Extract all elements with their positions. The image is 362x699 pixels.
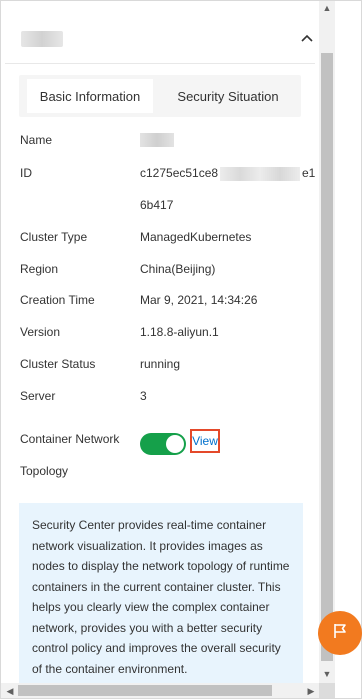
- cluster-status-label: Cluster Status: [20, 357, 96, 371]
- info-notice: Security Center provides real-time conta…: [19, 503, 303, 683]
- cluster-status-value: running: [140, 357, 181, 371]
- side-panel-window: Basic Information Security Situation Nam…: [0, 0, 362, 699]
- container-network-label-line2: Topology: [20, 464, 69, 478]
- container-network-toggle[interactable]: [140, 433, 186, 455]
- region-value: China(Beijing): [140, 262, 216, 276]
- vertical-scrollbar-thumb[interactable]: [321, 53, 333, 661]
- scroll-up-icon[interactable]: ▲: [319, 1, 335, 15]
- id-value-line2: 6b417: [140, 198, 174, 212]
- cluster-type-label: Cluster Type: [20, 230, 88, 244]
- tab-bar: Basic Information Security Situation: [19, 75, 301, 117]
- horizontal-scrollbar-thumb[interactable]: [18, 685, 272, 696]
- feedback-flag-button[interactable]: [318, 611, 362, 655]
- scroll-right-icon[interactable]: ▶: [303, 684, 319, 698]
- version-label: Version: [20, 325, 61, 339]
- id-value-start: c1275ec51ce8: [140, 166, 219, 180]
- view-topology-link[interactable]: View: [190, 429, 220, 453]
- version-value: 1.18.8-aliyun.1: [140, 325, 219, 339]
- region-label: Region: [20, 262, 59, 276]
- creation-time-label: Creation Time: [20, 293, 95, 307]
- header-divider: [5, 63, 315, 64]
- container-network-label: Container Network: [20, 432, 120, 446]
- cluster-details-panel: Basic Information Security Situation Nam…: [5, 63, 315, 683]
- page-background-strip: [335, 1, 361, 698]
- tab-basic-information[interactable]: Basic Information: [27, 79, 153, 113]
- tab-security-situation[interactable]: Security Situation: [161, 79, 295, 113]
- server-value: 3: [140, 389, 147, 403]
- scroll-left-icon[interactable]: ◀: [2, 684, 18, 698]
- panel-header: [1, 1, 317, 63]
- cluster-type-value: ManagedKubernetes: [140, 230, 252, 244]
- collapse-button[interactable]: [297, 29, 317, 49]
- creation-time-value: Mar 9, 2021, 14:34:26: [140, 293, 258, 307]
- redacted-cluster-title: [21, 31, 63, 47]
- scroll-down-icon[interactable]: ▼: [319, 667, 335, 681]
- redacted-id-segment: [220, 167, 300, 181]
- name-label: Name: [20, 133, 53, 147]
- chevron-up-icon: [300, 30, 314, 48]
- toggle-knob: [166, 435, 184, 453]
- info-notice-text: Security Center provides real-time conta…: [32, 518, 290, 676]
- redacted-name-value: [140, 133, 174, 147]
- scrollbar-corner: [319, 683, 335, 698]
- id-label: ID: [20, 166, 32, 180]
- flag-icon: [331, 622, 349, 645]
- server-label: Server: [20, 389, 56, 403]
- id-value-end: e1: [302, 166, 315, 180]
